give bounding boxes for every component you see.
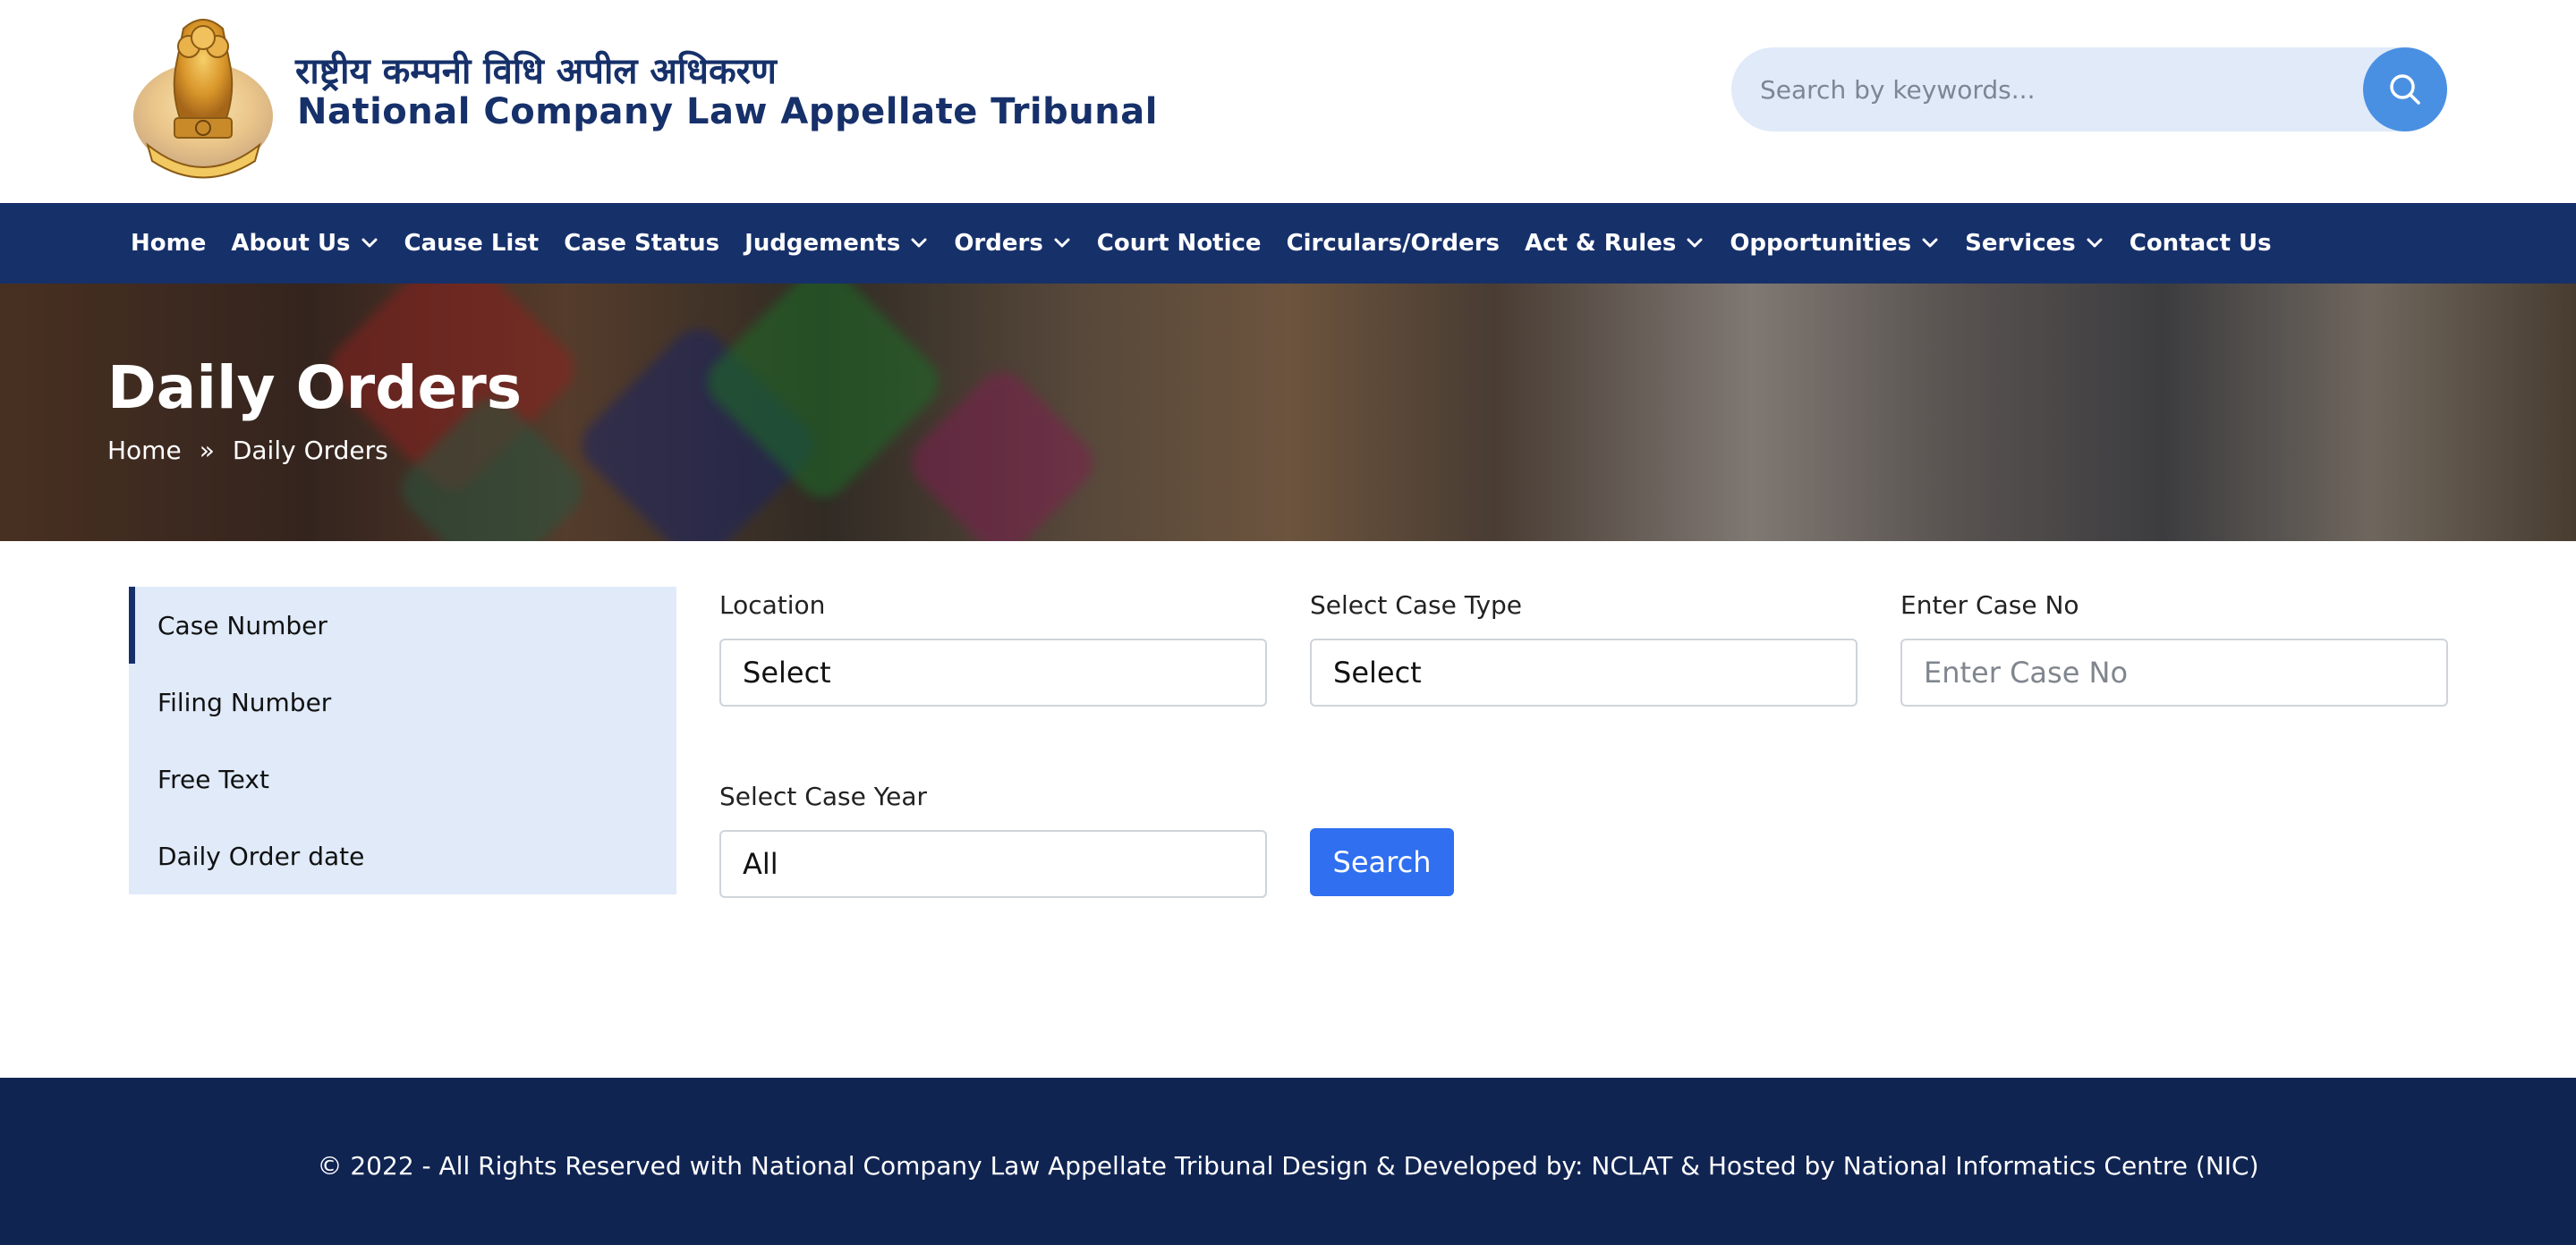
main-nav: Home About Us Cause List Case Status Judgeme… bbox=[0, 203, 2576, 284]
sidebar-item-label: Case Number bbox=[157, 610, 327, 640]
chevron-down-icon bbox=[361, 238, 378, 248]
site-header: राष्ट्रीय कम्पनी विधि अपील अधिकरण Nation… bbox=[0, 0, 2576, 203]
national-emblem-logo[interactable] bbox=[130, 11, 277, 181]
nav-item-label: Circulars/Orders bbox=[1286, 230, 1501, 257]
nav-item-home[interactable]: Home bbox=[131, 230, 206, 257]
nav-item-label: Case Status bbox=[564, 230, 720, 257]
nav-item-contact-us[interactable]: Contact Us bbox=[2130, 230, 2272, 257]
nav-item-label: About Us bbox=[231, 230, 351, 257]
nav-item-label: Court Notice bbox=[1096, 230, 1262, 257]
chevron-down-icon bbox=[2087, 238, 2103, 248]
footer-copyright: © 2022 - All Rights Reserved with Nation… bbox=[317, 1151, 2259, 1181]
nav-item-about-us[interactable]: About Us bbox=[231, 230, 378, 257]
nav-item-orders[interactable]: Orders bbox=[954, 230, 1071, 257]
header-search bbox=[1731, 47, 2447, 131]
sidebar-item-daily-order-date[interactable]: Daily Order date bbox=[129, 817, 676, 894]
case-no-label: Enter Case No bbox=[1900, 590, 2079, 620]
chevron-down-icon bbox=[1687, 238, 1703, 248]
chevron-down-icon bbox=[1054, 238, 1070, 248]
nav-item-label: Act & Rules bbox=[1525, 230, 1677, 257]
site-title-english[interactable]: National Company Law Appellate Tribunal bbox=[297, 91, 1158, 132]
search-button[interactable] bbox=[2363, 47, 2447, 131]
nav-item-court-notice[interactable]: Court Notice bbox=[1097, 230, 1262, 257]
location-select[interactable]: Select bbox=[719, 639, 1267, 707]
nav-item-cause-list[interactable]: Cause List bbox=[404, 230, 540, 257]
sidebar-item-label: Free Text bbox=[157, 764, 269, 794]
nav-item-label: Cause List bbox=[404, 230, 540, 257]
nav-item-label: Services bbox=[1965, 230, 2076, 257]
search-type-sidebar: Case Number Filing Number Free Text Daily O… bbox=[129, 587, 676, 894]
breadcrumb-home-link[interactable]: Home bbox=[107, 436, 182, 465]
case-year-label: Select Case Year bbox=[719, 782, 927, 811]
nav-item-services[interactable]: Services bbox=[1965, 230, 2104, 257]
sidebar-item-free-text[interactable]: Free Text bbox=[129, 741, 676, 817]
nav-item-case-status[interactable]: Case Status bbox=[564, 230, 719, 257]
location-label: Location bbox=[719, 590, 826, 620]
case-type-label: Select Case Type bbox=[1310, 590, 1523, 620]
nav-item-label: Opportunities bbox=[1730, 230, 1912, 257]
sidebar-item-filing-number[interactable]: Filing Number bbox=[129, 664, 676, 741]
nav-list: Home About Us Cause List Case Status Judgeme… bbox=[131, 203, 2297, 284]
nav-item-label: Home bbox=[131, 230, 207, 257]
nav-item-judgements[interactable]: Judgements bbox=[744, 230, 929, 257]
case-no-input[interactable]: Enter Case No bbox=[1900, 639, 2448, 707]
breadcrumb: Home » Daily Orders bbox=[107, 436, 388, 465]
chevron-down-icon bbox=[1922, 238, 1938, 248]
nav-item-label: Contact Us bbox=[2129, 230, 2272, 257]
breadcrumb-current: Daily Orders bbox=[232, 436, 388, 465]
breadcrumb-separator: » bbox=[199, 436, 215, 465]
site-footer: © 2022 - All Rights Reserved with Nation… bbox=[0, 1078, 2576, 1245]
search-submit-button[interactable]: Search bbox=[1310, 828, 1454, 896]
search-icon bbox=[2390, 74, 2420, 105]
page-banner: Daily Orders Home » Daily Orders bbox=[0, 284, 2576, 541]
chevron-down-icon bbox=[911, 238, 927, 248]
case-year-select[interactable]: All bbox=[719, 830, 1267, 898]
sidebar-item-label: Daily Order date bbox=[157, 841, 365, 871]
nav-item-circulars-orders[interactable]: Circulars/Orders bbox=[1287, 230, 1500, 257]
page-title: Daily Orders bbox=[107, 353, 523, 422]
nav-item-act-rules[interactable]: Act & Rules bbox=[1525, 230, 1705, 257]
nav-item-opportunities[interactable]: Opportunities bbox=[1730, 230, 1940, 257]
nav-item-label: Orders bbox=[954, 230, 1043, 257]
nav-item-label: Judgements bbox=[744, 230, 901, 257]
case-type-select[interactable]: Select bbox=[1310, 639, 1858, 707]
search-input[interactable] bbox=[1758, 65, 2295, 114]
sidebar-item-label: Filing Number bbox=[157, 687, 332, 717]
sidebar-item-case-number[interactable]: Case Number bbox=[129, 587, 676, 664]
site-title-hindi: राष्ट्रीय कम्पनी विधि अपील अधिकरण bbox=[295, 51, 777, 92]
